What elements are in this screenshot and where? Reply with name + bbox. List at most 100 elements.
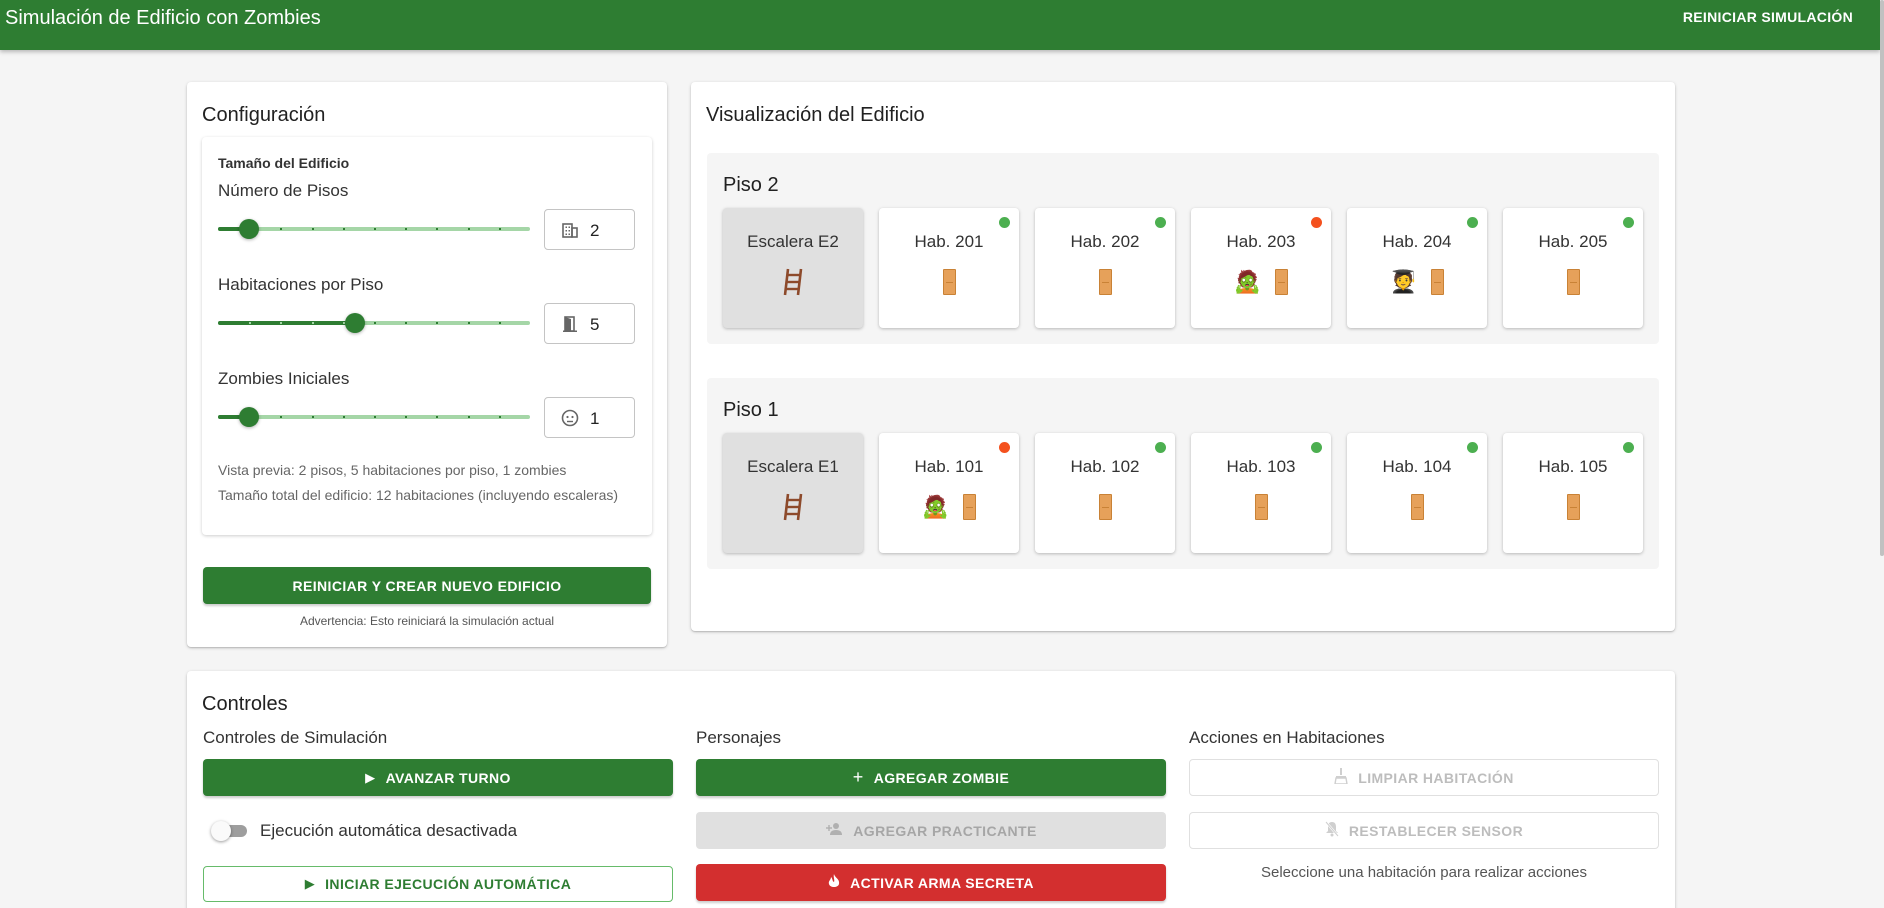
reset-simulation-button[interactable]: REINICIAR SIMULACIÓN: [1683, 9, 1853, 25]
slider-mark: [374, 228, 376, 230]
room-cell[interactable]: Hab. 104: [1347, 433, 1487, 553]
stair-name: Escalera E1: [747, 457, 839, 476]
room-name: Hab. 102: [1070, 457, 1140, 476]
stair-cell[interactable]: Escalera E2: [723, 208, 863, 328]
slider-mark: [249, 322, 252, 324]
rooms-field[interactable]: 5: [544, 303, 635, 344]
floor-panel: Piso 1 Escalera E1 Hab. 101 🧟 Hab. 102 Hab. 1…: [707, 378, 1659, 569]
reset-sensor-label: RESTABLECER SENSOR: [1348, 822, 1524, 839]
slider-mark: [405, 322, 408, 324]
rooms-slider[interactable]: [218, 313, 530, 333]
play-icon: ▶: [365, 769, 376, 785]
status-dot: [1623, 442, 1634, 453]
clean-room-label: LIMPIAR HABITACIÓN: [1358, 769, 1514, 786]
room-cell[interactable]: Hab. 203 🧟: [1191, 208, 1331, 328]
app-title: Simulación de Edificio con Zombies: [5, 7, 321, 29]
zombies-value: 1: [590, 409, 600, 428]
slider-mark: [467, 228, 470, 230]
status-dot: [1155, 217, 1166, 228]
room-icons: [879, 268, 1019, 296]
floors-value: 2: [590, 221, 600, 240]
floors-field[interactable]: 2: [544, 209, 635, 250]
secret-weapon-button[interactable]: ACTIVAR ARMA SECRETA: [696, 864, 1166, 901]
config-title: Configuración: [202, 104, 326, 126]
slider-mark: [311, 228, 314, 230]
room-icons: [1035, 493, 1175, 521]
slider-track: [218, 321, 356, 325]
building-icon: [561, 221, 579, 239]
door-icon: [963, 494, 977, 520]
building-size-panel: Tamaño del Edificio Número de Pisos 2 Ha…: [202, 137, 652, 535]
add-person-icon: [825, 822, 843, 839]
add-zombie-button[interactable]: + AGREGAR ZOMBIE: [696, 759, 1166, 796]
slider-mark: [436, 322, 439, 324]
room-icons: [1503, 493, 1643, 521]
add-zombie-label: AGREGAR ZOMBIE: [873, 769, 1010, 786]
room-name: Hab. 104: [1382, 457, 1452, 476]
config-card: Configuración Tamaño del Edificio Número…: [187, 82, 667, 647]
room-cell[interactable]: Hab. 205: [1503, 208, 1643, 328]
stair-icons: [723, 268, 863, 296]
student-icon: 🧑‍🎓: [1389, 269, 1418, 294]
add-intern-button[interactable]: AGREGAR PRACTICANTE: [696, 812, 1166, 849]
ladder-icon: [782, 493, 804, 521]
room-name: Hab. 201: [914, 232, 984, 251]
room-cell[interactable]: Hab. 201: [879, 208, 1019, 328]
slider-mark: [280, 228, 283, 230]
room-name: Hab. 204: [1382, 232, 1452, 251]
room-cell[interactable]: Hab. 101 🧟: [879, 433, 1019, 553]
reset-sensor-button[interactable]: RESTABLECER SENSOR: [1189, 812, 1659, 849]
clean-room-button[interactable]: LIMPIAR HABITACIÓN: [1189, 759, 1659, 796]
floor-panel: Piso 2 Escalera E2 Hab. 201 Hab. 202 Hab. 20…: [707, 153, 1659, 344]
room-name: Hab. 101: [914, 457, 984, 476]
advance-turn-button[interactable]: ▶ AVANZAR TURNO: [203, 759, 673, 796]
room-cell[interactable]: Hab. 103: [1191, 433, 1331, 553]
slider-thumb[interactable]: [239, 407, 260, 427]
door-open-icon: [561, 315, 579, 333]
slider-thumb[interactable]: [239, 219, 260, 239]
door-icon: [1431, 269, 1445, 295]
status-dot: [1467, 442, 1478, 453]
slider-mark: [436, 416, 439, 418]
room-name: Hab. 103: [1226, 457, 1296, 476]
start-auto-run-button[interactable]: ▶ INICIAR EJECUCIÓN AUTOMÁTICA: [203, 866, 673, 902]
zombies-field[interactable]: 1: [544, 397, 635, 438]
room-cell[interactable]: Hab. 202: [1035, 208, 1175, 328]
room-icons: 🧟: [1191, 268, 1331, 296]
room-icons: [1035, 268, 1175, 296]
add-intern-label: AGREGAR PRACTICANTE: [853, 822, 1037, 839]
floor-title: Piso 1: [723, 399, 779, 421]
door-icon: [1254, 494, 1268, 520]
room-name: Hab. 205: [1538, 232, 1608, 251]
floors-slider[interactable]: [218, 219, 530, 239]
app-bar: Simulación de Edificio con Zombies REINI…: [0, 0, 1880, 50]
status-dot: [1467, 217, 1478, 228]
preview-text: Vista previa: 2 pisos, 5 habitaciones po…: [218, 462, 567, 478]
room-cell[interactable]: Hab. 102: [1035, 433, 1175, 553]
door-icon: [1410, 494, 1424, 520]
bell-off-icon: [1325, 821, 1339, 840]
reset-create-building-button[interactable]: REINICIAR Y CREAR NUEVO EDIFICIO: [203, 567, 651, 604]
slider-thumb[interactable]: [345, 313, 366, 333]
slider-mark: [280, 416, 283, 418]
zombies-slider[interactable]: [218, 407, 530, 427]
status-dot: [1155, 442, 1166, 453]
auto-run-label: Ejecución automática desactivada: [260, 821, 518, 840]
stair-cell[interactable]: Escalera E1: [723, 433, 863, 553]
room-name: Hab. 105: [1538, 457, 1608, 476]
start-auto-run-label: INICIAR EJECUCIÓN AUTOMÁTICA: [325, 876, 572, 892]
slider-mark: [405, 416, 408, 418]
room-cell[interactable]: Hab. 105: [1503, 433, 1643, 553]
page-scrollbar[interactable]: [1880, 0, 1884, 556]
slider-mark: [498, 228, 501, 230]
zombie-face-icon: [561, 409, 579, 427]
auto-run-toggle[interactable]: [211, 821, 249, 841]
room-cell[interactable]: Hab. 204 🧑‍🎓: [1347, 208, 1487, 328]
floor-title: Piso 2: [723, 174, 779, 196]
zombie-icon: 🧟: [1233, 269, 1262, 294]
ladder-icon: [782, 268, 804, 296]
building-title: Visualización del Edificio: [706, 104, 925, 126]
status-dot: [1311, 217, 1322, 228]
room-actions-label: Acciones en Habitaciones: [1189, 728, 1385, 747]
door-icon: [1098, 494, 1112, 520]
